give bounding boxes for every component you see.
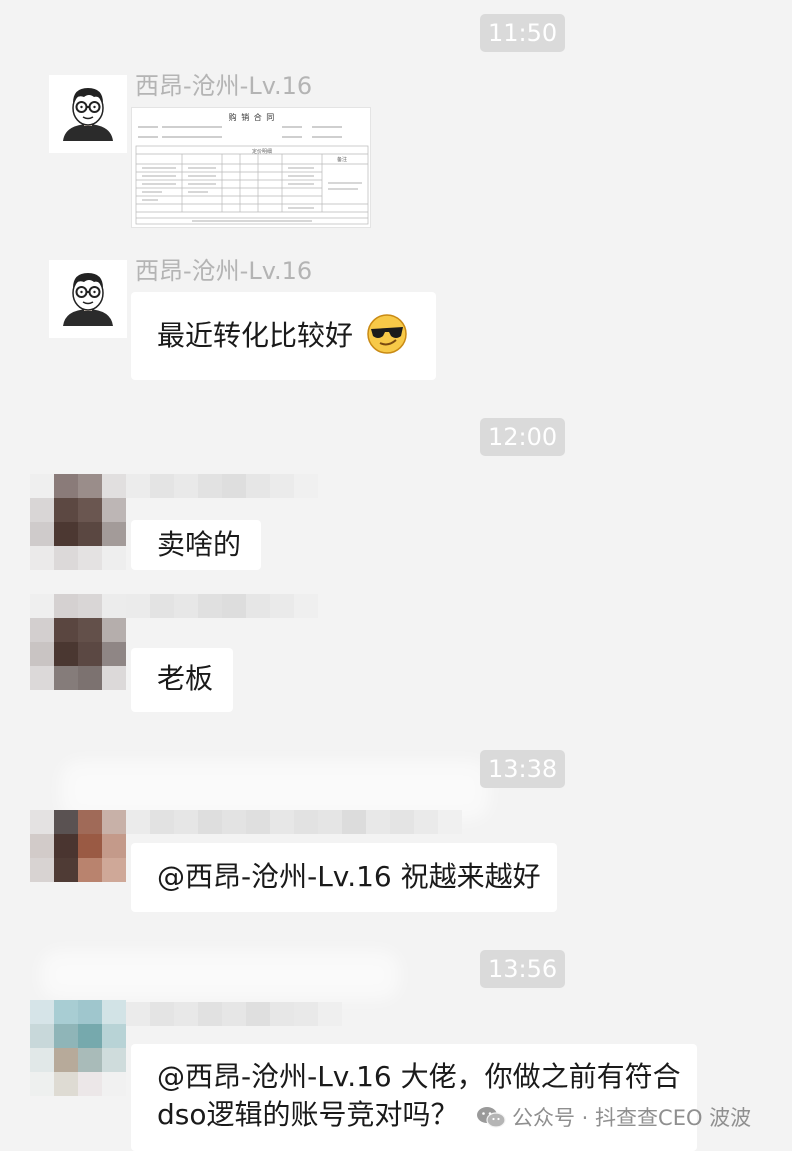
avatar[interactable] — [30, 474, 126, 570]
sender-name: 西昂-沧州-Lv.16 — [135, 257, 313, 285]
contract-note: 备注 — [337, 157, 348, 163]
sender-name-pixelated — [126, 1002, 342, 1026]
message-bubble[interactable]: 最近转化比较好 — [131, 292, 436, 380]
timestamp: 11:50 — [480, 14, 566, 52]
message-bubble[interactable]: @西昂-沧州-Lv.16 祝越来越好 — [131, 843, 557, 912]
message-text-line-1: @西昂-沧州-Lv.16 大佬，你做之前有符合 — [157, 1060, 681, 1093]
watermark-text: 公众号 · 抖查查CEO 波波 — [512, 1106, 752, 1130]
timestamp: 13:56 — [480, 950, 566, 988]
cartoon-man-icon — [49, 260, 127, 338]
sender-name-pixelated — [126, 810, 462, 834]
sender-name-pixelated — [126, 594, 318, 618]
timestamp: 13:38 — [480, 750, 566, 788]
contract-image[interactable]: 购 销 合 同 定价明细 备注 — [131, 107, 371, 228]
message-text: 最近转化比较好 — [157, 319, 354, 352]
wechat-icon — [477, 1107, 506, 1128]
contract-table-graphic — [135, 126, 369, 225]
sender-name: 西昂-沧州-Lv.16 — [135, 72, 313, 100]
message-bubble[interactable]: 卖啥的 — [131, 520, 261, 570]
watermark: 公众号 · 抖查查CEO 波波 — [476, 1102, 751, 1132]
contract-subtitle: 定价明细 — [252, 149, 273, 155]
blur-overlay — [40, 950, 400, 1000]
message-text: 卖啥的 — [157, 528, 242, 561]
avatar[interactable] — [30, 810, 126, 882]
avatar[interactable] — [49, 260, 127, 338]
cool-sunglasses-emoji-icon — [367, 314, 407, 354]
timestamp: 12:00 — [480, 418, 566, 456]
cartoon-man-icon — [49, 75, 127, 153]
message-bubble[interactable]: 老板 — [131, 648, 233, 712]
message-text: 老板 — [157, 662, 214, 695]
sender-name-pixelated — [126, 474, 318, 498]
avatar[interactable] — [49, 75, 127, 153]
avatar[interactable] — [30, 594, 126, 690]
message-text: @西昂-沧州-Lv.16 祝越来越好 — [157, 860, 541, 893]
avatar[interactable] — [30, 1000, 126, 1096]
message-bubble[interactable]: @西昂-沧州-Lv.16 大佬，你做之前有符合 dso逻辑的账号竞对吗？ — [131, 1044, 697, 1151]
